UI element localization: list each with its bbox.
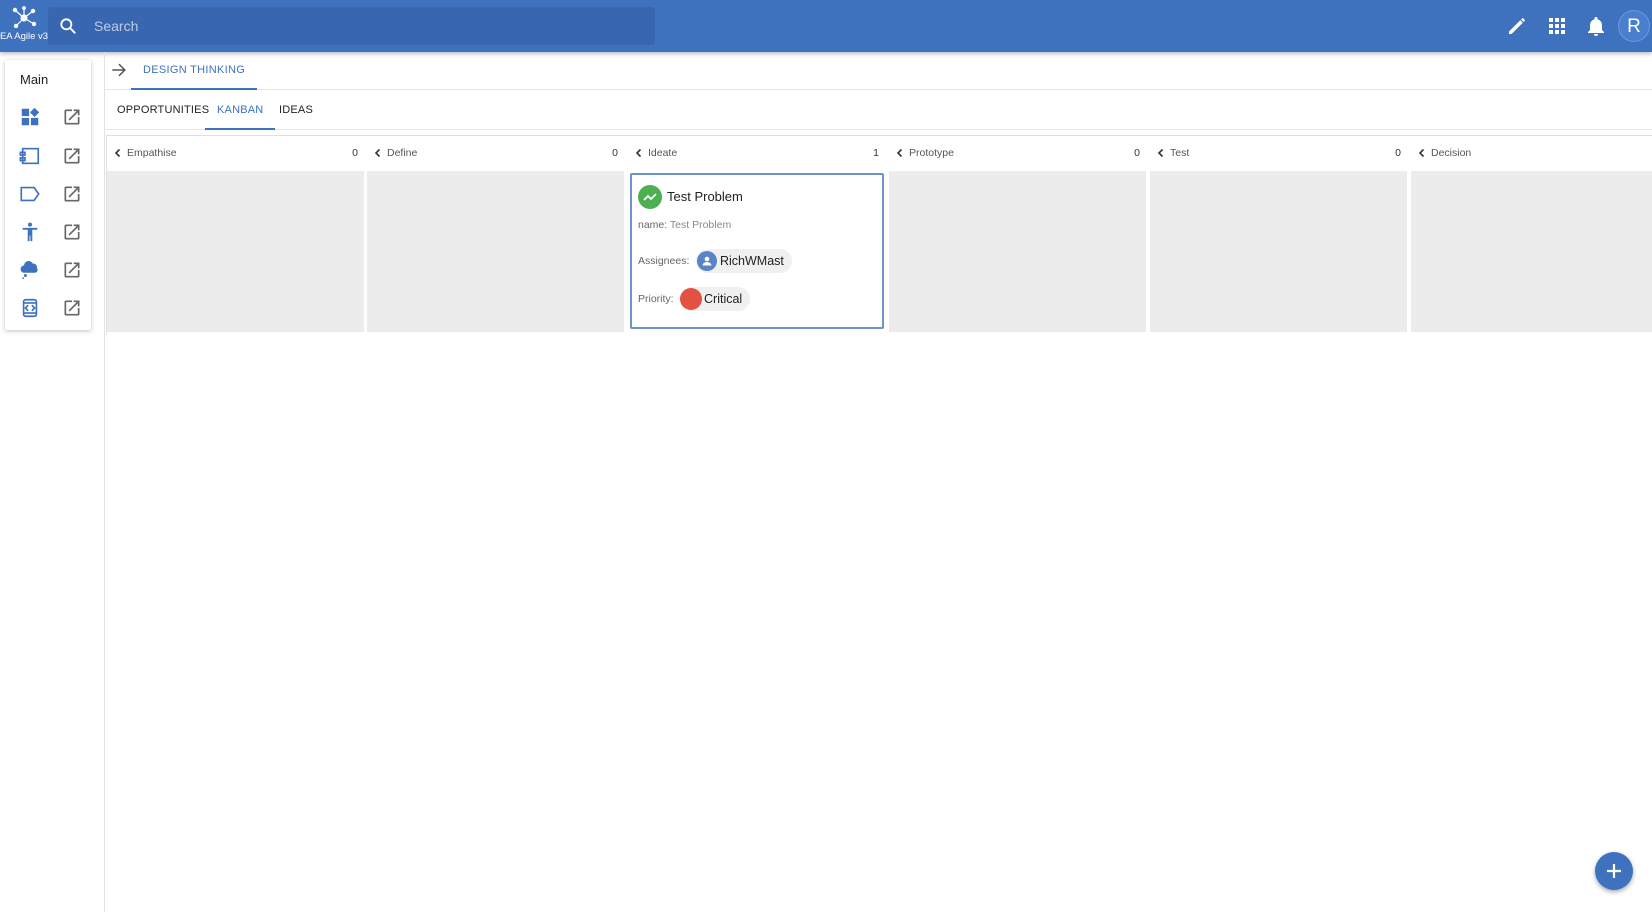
main-side-panel: Main xyxy=(5,60,91,330)
column-title: Ideate xyxy=(648,147,678,159)
open-in-new-icon[interactable] xyxy=(62,298,82,318)
tab-ideas[interactable]: IDEAS xyxy=(267,90,325,130)
column-count: 0 xyxy=(352,147,358,159)
column-header[interactable]: Prototype 0 xyxy=(889,136,1146,170)
kanban-card[interactable]: Test Problem name: Test Problem Assignee… xyxy=(630,173,884,329)
person-icon xyxy=(22,222,38,242)
tab-opportunities[interactable]: OPPORTUNITIES xyxy=(105,90,221,130)
sidebar-item-dashboard[interactable] xyxy=(5,100,91,134)
sidebar-item-ideas[interactable] xyxy=(5,253,91,287)
column-title: Define xyxy=(387,147,418,159)
search-icon[interactable] xyxy=(58,16,78,36)
code-frame-icon xyxy=(22,298,38,318)
column-header[interactable]: Test 0 xyxy=(1150,136,1407,170)
assignee-name: RichWMast xyxy=(720,254,784,268)
app-logo[interactable]: EA Agile v3 xyxy=(0,4,48,48)
chevron-left-icon[interactable] xyxy=(1417,148,1427,158)
sidebar-item-person[interactable] xyxy=(5,215,91,249)
column-header[interactable]: Decision xyxy=(1411,136,1652,170)
column-drop-zone[interactable] xyxy=(1411,171,1652,332)
card-name-label: name: xyxy=(638,219,668,231)
search-bar xyxy=(48,7,655,45)
kanban-column-prototype: Prototype 0 xyxy=(889,136,1146,336)
chevron-left-icon[interactable] xyxy=(113,148,123,158)
column-header[interactable]: Ideate 1 xyxy=(628,136,885,170)
sidebar-item-code[interactable] xyxy=(5,291,91,325)
column-title: Test xyxy=(1170,147,1190,159)
column-count: 1 xyxy=(873,147,879,159)
column-drop-zone[interactable] xyxy=(367,171,624,332)
ideas-cloud-icon xyxy=(20,260,38,280)
column-count: 0 xyxy=(1395,147,1401,159)
breadcrumb: DESIGN THINKING xyxy=(105,52,1652,90)
open-in-new-icon[interactable] xyxy=(62,146,82,166)
column-count: 0 xyxy=(1134,147,1140,159)
priority-dot xyxy=(680,288,702,310)
chevron-left-icon[interactable] xyxy=(1156,148,1166,158)
breadcrumb-design-thinking[interactable]: DESIGN THINKING xyxy=(131,60,258,90)
priority-chip[interactable]: Critical xyxy=(680,287,751,311)
column-header[interactable]: Empathise 0 xyxy=(107,136,364,170)
column-drop-zone[interactable] xyxy=(889,171,1146,332)
search-input[interactable] xyxy=(94,7,644,45)
kanban-column-decision: Decision xyxy=(1411,136,1652,336)
kanban-board: Empathise 0 Define 0 Ideate 1 Test Probl… xyxy=(106,135,1652,335)
arrow-tag-icon xyxy=(20,186,40,202)
open-in-new-icon[interactable] xyxy=(62,260,82,280)
kanban-column-ideate: Ideate 1 Test Problem name: Test Problem… xyxy=(628,136,885,336)
plus-icon xyxy=(1607,864,1621,878)
column-header[interactable]: Define 0 xyxy=(367,136,624,170)
main-content: DESIGN THINKING OPPORTUNITIES KANBAN IDE… xyxy=(104,52,1652,912)
top-app-bar: EA Agile v3 R xyxy=(0,0,1652,52)
card-name-row: name: Test Problem xyxy=(638,219,731,231)
notifications-bell-icon[interactable] xyxy=(1584,14,1608,38)
column-title: Decision xyxy=(1431,147,1472,159)
open-in-new-icon[interactable] xyxy=(62,107,82,127)
sidebar-item-arrow-tag[interactable] xyxy=(5,177,91,211)
open-in-new-icon[interactable] xyxy=(62,222,82,242)
account-icon xyxy=(697,251,717,271)
column-title: Empathise xyxy=(127,147,177,159)
card-list-icon xyxy=(19,147,40,165)
card-assignees-label: Assignees: xyxy=(638,255,690,267)
card-name-value: Test Problem xyxy=(669,219,732,231)
dashboard-icon xyxy=(21,107,40,126)
user-avatar[interactable]: R xyxy=(1618,10,1650,42)
chevron-left-icon[interactable] xyxy=(373,148,383,158)
card-title: Test Problem xyxy=(667,189,743,204)
column-drop-zone[interactable]: Test Problem name: Test Problem Assignee… xyxy=(628,171,885,332)
open-in-new-icon[interactable] xyxy=(62,184,82,204)
edit-icon[interactable] xyxy=(1505,14,1529,38)
arrow-forward-icon[interactable] xyxy=(109,60,129,80)
kanban-column-define: Define 0 xyxy=(367,136,624,336)
add-fab-button[interactable] xyxy=(1595,852,1633,890)
column-count: 0 xyxy=(612,147,618,159)
card-priority-label: Priority: xyxy=(638,293,674,305)
priority-value: Critical xyxy=(704,292,743,306)
tab-kanban[interactable]: KANBAN xyxy=(205,90,276,130)
chevron-left-icon[interactable] xyxy=(895,148,905,158)
column-drop-zone[interactable] xyxy=(107,171,364,332)
kanban-column-test: Test 0 xyxy=(1150,136,1407,336)
apps-grid-icon[interactable] xyxy=(1545,14,1569,38)
tab-bar: OPPORTUNITIES KANBAN IDEAS xyxy=(105,90,1652,130)
chevron-left-icon[interactable] xyxy=(634,148,644,158)
column-drop-zone[interactable] xyxy=(1150,171,1407,332)
sidebar-item-cards[interactable] xyxy=(5,139,91,173)
network-logo-icon xyxy=(12,6,37,29)
kanban-column-empathise: Empathise 0 xyxy=(107,136,364,336)
app-title: EA Agile v3 xyxy=(0,31,49,42)
trending-icon xyxy=(638,185,662,209)
assignee-chip[interactable]: RichWMast xyxy=(696,249,792,273)
column-title: Prototype xyxy=(909,147,954,159)
side-panel-title: Main xyxy=(20,72,49,87)
